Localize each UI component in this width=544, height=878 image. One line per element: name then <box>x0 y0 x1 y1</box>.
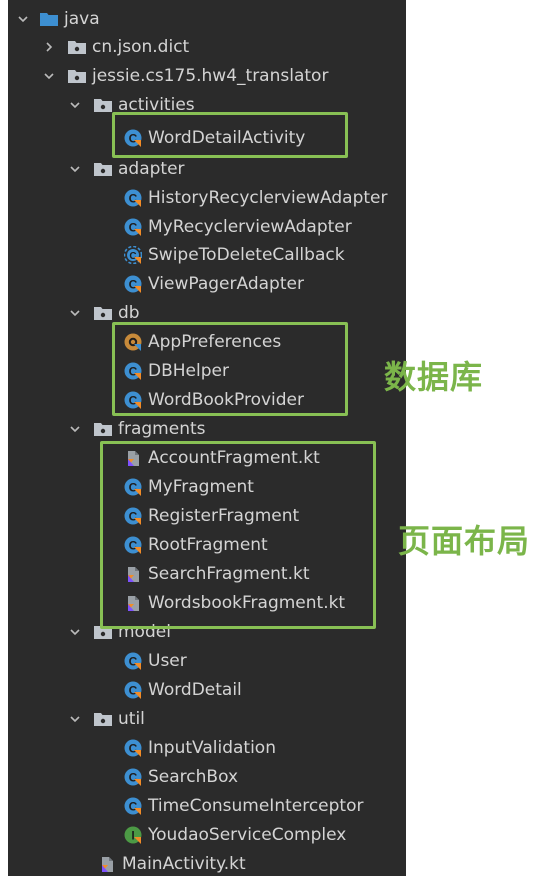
chevron-down-icon[interactable] <box>68 712 82 726</box>
highlight-box-db <box>112 322 348 416</box>
tree-label-db: db <box>118 303 140 323</box>
package-icon <box>94 163 112 176</box>
package-icon <box>94 713 112 726</box>
tree-node-word-detail[interactable]: C WordDetail <box>124 676 242 704</box>
tree-label-swipe-callback: SwipeToDeleteCallback <box>148 245 345 265</box>
tree-label-java: java <box>64 9 100 29</box>
tree-node-main-activity[interactable]: MainActivity.kt <box>98 850 246 878</box>
svg-text:C: C <box>129 655 138 669</box>
abstract-class-icon: C <box>124 246 142 264</box>
tree-node-main-package[interactable]: jessie.cs175.hw4_translator <box>42 62 328 90</box>
tree-label-viewpager-adapter: ViewPagerAdapter <box>148 274 304 294</box>
tree-label-user: User <box>148 651 187 671</box>
package-icon <box>68 70 86 83</box>
svg-text:C: C <box>129 251 136 262</box>
source-folder-icon <box>40 13 58 26</box>
tree-node-util[interactable]: util <box>68 705 145 733</box>
highlight-box-fragments <box>100 441 376 629</box>
tree-node-fragments[interactable]: fragments <box>68 415 206 443</box>
tree-label-main-package: jessie.cs175.hw4_translator <box>92 66 329 86</box>
tree-label-cn-json-dict: cn.json.dict <box>92 37 190 57</box>
tree-node-input-validation[interactable]: C InputValidation <box>124 734 276 762</box>
class-icon: C <box>124 218 142 236</box>
tree-label-history-adapter: HistoryRecyclerviewAdapter <box>148 188 388 208</box>
class-icon: C <box>124 275 142 293</box>
tree-node-user[interactable]: C User <box>124 647 187 675</box>
package-icon <box>94 307 112 320</box>
svg-text:C: C <box>129 192 138 206</box>
chevron-down-icon[interactable] <box>68 625 82 639</box>
svg-text:C: C <box>129 684 138 698</box>
chevron-down-icon[interactable] <box>16 12 30 26</box>
tree-node-my-adapter[interactable]: C MyRecyclerviewAdapter <box>124 213 352 241</box>
tree-label-time-interceptor: TimeConsumeInterceptor <box>148 796 364 816</box>
tree-node-cn-json-dict[interactable]: cn.json.dict <box>42 33 189 61</box>
svg-text:I: I <box>131 829 134 843</box>
class-icon: C <box>124 768 142 786</box>
class-icon: C <box>124 797 142 815</box>
class-icon: C <box>124 189 142 207</box>
tree-node-search-box[interactable]: C SearchBox <box>124 763 238 791</box>
package-icon <box>94 423 112 436</box>
chevron-down-icon[interactable] <box>68 98 82 112</box>
tree-label-word-detail: WordDetail <box>148 680 242 700</box>
interface-icon: I <box>124 826 142 844</box>
tree-node-history-adapter[interactable]: C HistoryRecyclerviewAdapter <box>124 184 388 212</box>
package-icon <box>94 99 112 112</box>
tree-label-main-activity: MainActivity.kt <box>122 854 246 874</box>
tree-label-fragments: fragments <box>118 419 206 439</box>
svg-text:C: C <box>129 800 138 814</box>
svg-text:C: C <box>129 771 138 785</box>
chevron-down-icon[interactable] <box>42 69 56 83</box>
tree-node-time-interceptor[interactable]: C TimeConsumeInterceptor <box>124 792 363 820</box>
annotation-layout: 页面布局 <box>398 522 531 560</box>
chevron-down-icon[interactable] <box>68 306 82 320</box>
svg-text:C: C <box>129 278 138 292</box>
tree-node-youdao-service[interactable]: I YoudaoServiceComplex <box>124 821 346 849</box>
tree-label-util: util <box>118 709 145 729</box>
tree-node-swipe-callback[interactable]: C SwipeToDeleteCallback <box>124 241 345 269</box>
package-icon <box>68 41 86 54</box>
tree-label-youdao-service: YoudaoServiceComplex <box>148 825 347 845</box>
class-icon: C <box>124 681 142 699</box>
chevron-down-icon[interactable] <box>68 422 82 436</box>
tree-node-java[interactable]: java <box>16 5 100 33</box>
chevron-right-icon[interactable] <box>42 40 56 54</box>
class-icon: C <box>124 652 142 670</box>
chevron-down-icon[interactable] <box>68 162 82 176</box>
svg-text:C: C <box>129 221 138 235</box>
highlight-box-activities <box>112 112 348 158</box>
tree-label-input-validation: InputValidation <box>148 738 276 758</box>
tree-label-search-box: SearchBox <box>148 767 239 787</box>
svg-text:C: C <box>129 742 138 756</box>
tree-node-viewpager-adapter[interactable]: C ViewPagerAdapter <box>124 270 304 298</box>
tree-label-adapter: adapter <box>118 159 185 179</box>
tree-label-my-adapter: MyRecyclerviewAdapter <box>148 217 352 237</box>
annotation-database: 数据库 <box>384 358 484 396</box>
kotlin-file-icon <box>102 857 113 872</box>
class-icon: C <box>124 739 142 757</box>
tree-node-adapter[interactable]: adapter <box>68 155 185 183</box>
